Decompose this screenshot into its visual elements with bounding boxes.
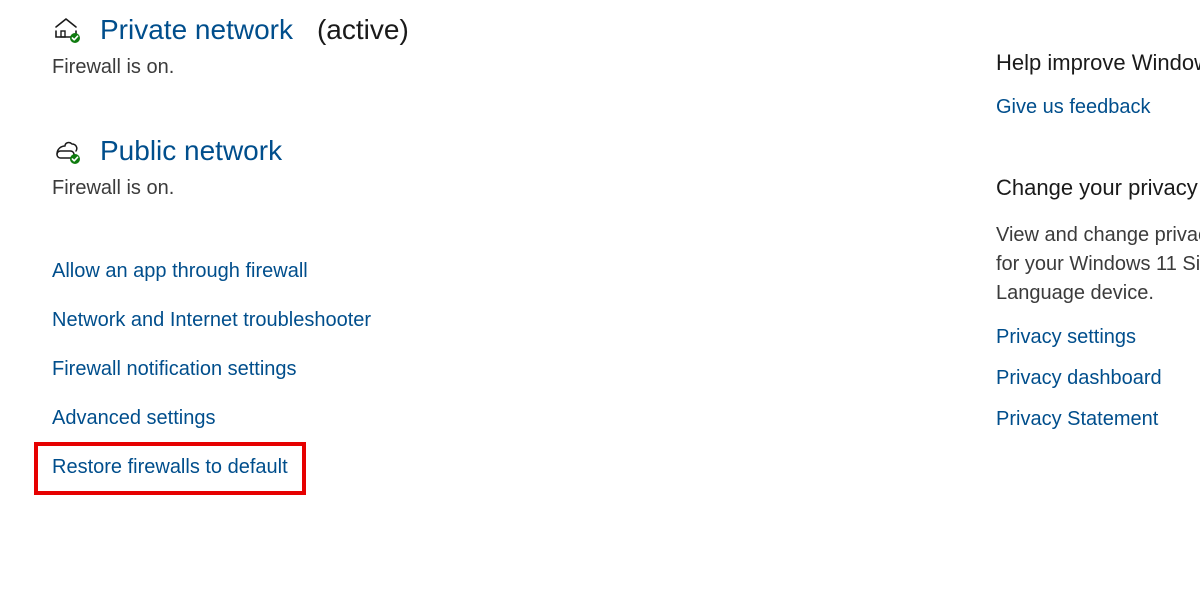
public-network-status: Firewall is on. bbox=[52, 177, 972, 200]
privacy-description: View and change privacy settings for you… bbox=[996, 221, 1200, 308]
private-network-section: Private network (active) Firewall is on. bbox=[52, 14, 972, 79]
privacy-links: Privacy settings Privacy dashboard Priva… bbox=[996, 326, 1200, 431]
right-sidebar: Help improve Windows Security Give us fe… bbox=[996, 50, 1200, 487]
privacy-dashboard-link[interactable]: Privacy dashboard bbox=[996, 367, 1162, 390]
private-network-link[interactable]: Private network bbox=[100, 14, 293, 46]
privacy-settings-link[interactable]: Privacy settings bbox=[996, 326, 1136, 349]
private-network-status: Firewall is on. bbox=[52, 56, 972, 79]
restore-default-highlight: Restore firewalls to default bbox=[34, 442, 306, 495]
public-network-header: Public network bbox=[52, 135, 972, 167]
firewall-notification-settings-link[interactable]: Firewall notification settings bbox=[52, 358, 297, 381]
private-network-active-label: (active) bbox=[317, 14, 409, 46]
public-network-link[interactable]: Public network bbox=[100, 135, 282, 167]
privacy-heading: Change your privacy settings bbox=[996, 175, 1200, 201]
privacy-section: Change your privacy settings View and ch… bbox=[996, 175, 1200, 431]
allow-app-through-firewall-link[interactable]: Allow an app through firewall bbox=[52, 260, 308, 283]
help-improve-section: Help improve Windows Security Give us fe… bbox=[996, 50, 1200, 119]
privacy-text-line: View and change privacy settings bbox=[996, 221, 1200, 250]
privacy-text-line: Language device. bbox=[996, 279, 1200, 308]
restore-firewalls-default-link[interactable]: Restore firewalls to default bbox=[52, 456, 288, 479]
private-network-icon bbox=[52, 15, 82, 45]
main-content: Private network (active) Firewall is on.… bbox=[52, 14, 972, 495]
public-network-section: Public network Firewall is on. bbox=[52, 135, 972, 200]
network-troubleshooter-link[interactable]: Network and Internet troubleshooter bbox=[52, 309, 371, 332]
help-improve-heading: Help improve Windows Security bbox=[996, 50, 1200, 76]
public-network-icon bbox=[52, 136, 82, 166]
give-feedback-link[interactable]: Give us feedback bbox=[996, 96, 1151, 119]
private-network-header: Private network (active) bbox=[52, 14, 972, 46]
privacy-text-line: for your Windows 11 Single bbox=[996, 250, 1200, 279]
advanced-settings-link[interactable]: Advanced settings bbox=[52, 407, 215, 430]
firewall-links-list: Allow an app through firewall Network an… bbox=[52, 260, 972, 495]
privacy-statement-link[interactable]: Privacy Statement bbox=[996, 408, 1158, 431]
